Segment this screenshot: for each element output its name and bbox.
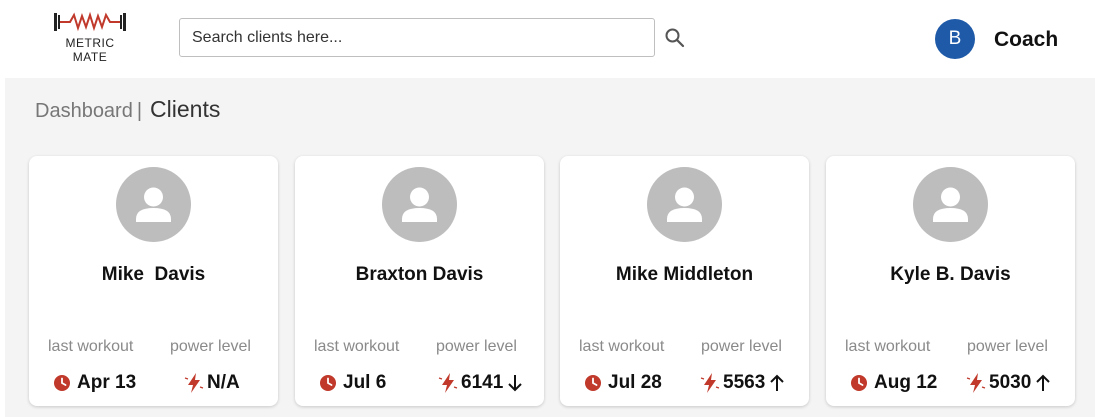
lightning-icon — [700, 373, 720, 393]
last-workout-value: Jul 6 — [319, 372, 386, 394]
lightning-icon — [184, 373, 204, 393]
user-role-label[interactable]: Coach — [994, 28, 1058, 52]
person-icon — [402, 187, 437, 222]
last-workout-label: last workout — [48, 338, 134, 355]
search-button[interactable] — [664, 27, 686, 49]
last-workout-label: last workout — [845, 338, 931, 355]
last-workout-value: Jul 28 — [584, 372, 662, 394]
app-header: METRIC MATE B Coach — [0, 0, 1095, 78]
search-input[interactable] — [179, 18, 655, 57]
client-card[interactable]: Braxton Davis last workout power level J… — [295, 156, 544, 406]
client-name: Mike Middleton — [615, 264, 754, 285]
lightning-icon — [966, 373, 986, 393]
power-level-label: power level — [170, 338, 251, 355]
last-workout-label: last workout — [579, 338, 665, 355]
power-level-value: N/A — [184, 372, 240, 394]
last-workout-date: Apr 13 — [77, 372, 137, 393]
client-card[interactable]: Mike Middleton last workout power level … — [560, 156, 809, 406]
search-bar — [179, 18, 655, 57]
page-title: Clients — [150, 96, 221, 122]
client-card[interactable]: Mike Davis last workout power level Apr … — [29, 156, 278, 406]
power-level-number: 5563 — [723, 372, 766, 393]
search-icon — [665, 28, 685, 48]
client-avatar — [913, 167, 988, 242]
logo-line-1: METRIC — [65, 36, 115, 50]
metric-mate-logo[interactable]: METRIC MATE — [50, 10, 130, 70]
main-content: Dashboard | Clients Mike Davis last workou… — [5, 78, 1095, 417]
person-icon — [136, 187, 171, 222]
client-avatar — [647, 167, 722, 242]
card-values: Jul 6 6141 — [295, 372, 544, 398]
arrow-up-icon — [770, 374, 784, 391]
logo-line-2: MATE — [72, 50, 108, 64]
power-level-number: 5030 — [989, 372, 1032, 393]
user-avatar[interactable]: B — [935, 19, 975, 59]
barbell-logo-icon — [54, 11, 126, 32]
last-workout-date: Aug 12 — [874, 372, 938, 393]
power-level-number: 6141 — [461, 372, 504, 393]
client-name: Braxton Davis — [355, 264, 484, 285]
last-workout-date: Jul 6 — [343, 372, 387, 393]
logo-text: METRIC MATE — [50, 36, 130, 64]
power-level-number: N/A — [207, 372, 240, 393]
last-workout-value: Apr 13 — [53, 372, 136, 394]
last-workout-value: Aug 12 — [850, 372, 937, 394]
client-card[interactable]: Kyle B. Davis last workout power level A… — [826, 156, 1075, 406]
lightning-icon — [438, 373, 458, 393]
clock-icon — [585, 375, 601, 391]
clock-icon — [54, 375, 70, 391]
client-name: Mike Davis — [101, 264, 206, 285]
client-avatar — [382, 167, 457, 242]
power-level-value: 6141 — [438, 372, 523, 394]
clock-icon — [320, 375, 336, 391]
card-values: Aug 12 5030 — [826, 372, 1075, 398]
power-level-value: 5563 — [700, 372, 785, 394]
arrow-up-icon — [1036, 374, 1050, 391]
client-name: Kyle B. Davis — [890, 264, 1011, 285]
person-icon — [667, 187, 702, 222]
person-icon — [933, 187, 968, 222]
power-level-label: power level — [701, 338, 782, 355]
last-workout-label: last workout — [314, 338, 400, 355]
clock-icon — [851, 375, 867, 391]
arrow-down-icon — [508, 375, 522, 392]
power-level-label: power level — [967, 338, 1048, 355]
breadcrumb-separator: | — [136, 100, 143, 122]
power-level-value: 5030 — [966, 372, 1051, 394]
breadcrumb-dashboard-link[interactable]: Dashboard — [35, 100, 133, 122]
last-workout-date: Jul 28 — [608, 372, 662, 393]
breadcrumb: Dashboard | Clients — [35, 96, 220, 123]
card-values: Jul 28 5563 — [560, 372, 809, 398]
client-avatar — [116, 167, 191, 242]
power-level-label: power level — [436, 338, 517, 355]
card-values: Apr 13 N/A — [29, 372, 278, 398]
